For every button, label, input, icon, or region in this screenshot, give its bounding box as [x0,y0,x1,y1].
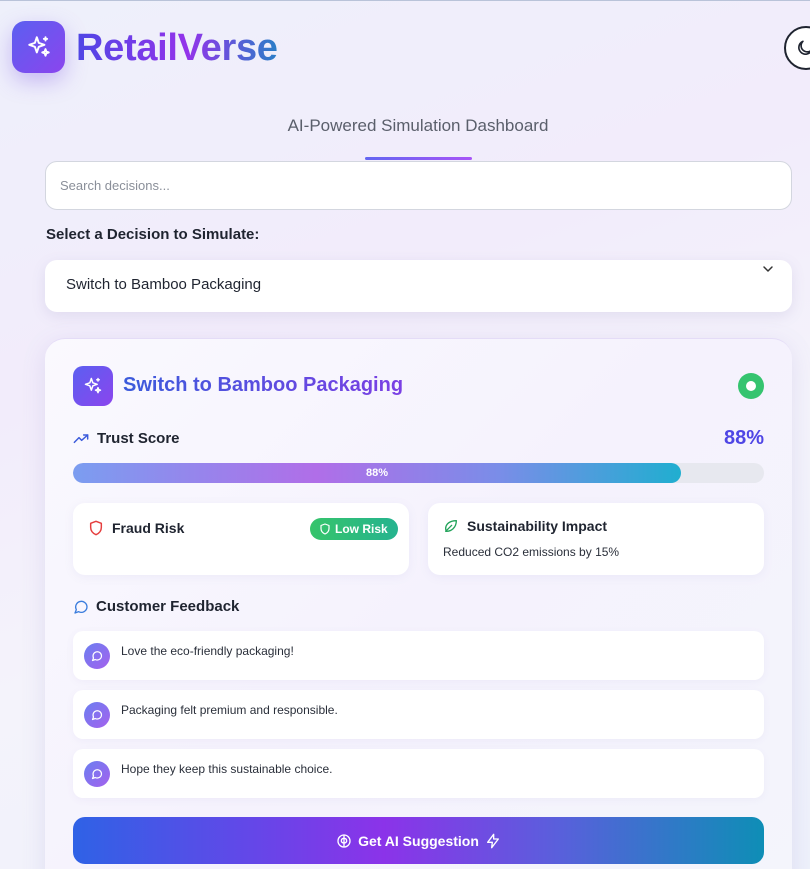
feedback-title: Customer Feedback [96,598,240,615]
risk-badge: Low Risk [310,518,398,540]
trust-score-value: 88% [723,427,764,449]
message-circle-icon [91,710,103,721]
sustainability-label: Sustainability Impact [467,518,608,534]
shield-icon [89,520,103,536]
trust-progress-label: 88% [366,467,389,479]
decision-select-label: Select a Decision to Simulate: [46,226,260,243]
card-icon [73,366,113,406]
decision-select[interactable]: Switch to Bamboo Packaging [45,260,792,312]
get-ai-suggestion-button[interactable]: Get AI Suggestion [73,817,764,864]
message-circle-icon [74,600,88,614]
trust-score-label: Trust Score [73,430,180,447]
feedback-text: Love the eco-friendly packaging! [121,644,294,658]
shield-icon [320,523,330,535]
theme-toggle-button[interactable] [784,26,810,70]
top-border [0,0,810,1]
leaf-icon [445,520,457,532]
avatar [84,702,110,728]
decision-select-value: Switch to Bamboo Packaging [66,276,262,293]
logo [12,21,65,73]
search-input[interactable] [45,161,792,210]
sparkles-icon [84,377,102,394]
trending-up-icon [73,433,89,443]
risk-badge-text: Low Risk [335,522,388,536]
sustainability-description: Reduced CO2 emissions by 15% [443,545,620,559]
subtitle-underline [365,157,472,160]
chevron-down-icon [763,266,773,272]
feedback-item: Hope they keep this sustainable choice. [73,749,764,798]
message-circle-icon [91,651,103,662]
trust-score-text: Trust Score [97,430,180,447]
message-circle-icon [91,769,103,780]
brand-name: RetailVerse [76,27,278,69]
trust-progress-bar: 88% [73,463,764,483]
avatar [84,643,110,669]
avatar [84,761,110,787]
card-title: Switch to Bamboo Packaging [123,374,404,396]
zap-icon [486,833,499,848]
feedback-heading: Customer Feedback [73,598,239,615]
trust-progress-fill: 88% [73,463,682,483]
sparkles-icon [27,36,50,57]
page-subtitle: AI-Powered Simulation Dashboard [287,116,549,135]
status-indicator [738,373,764,399]
fraud-risk-heading: Fraud Risk [88,520,184,536]
sustainability-heading: Sustainability Impact [443,518,607,534]
feedback-item: Love the eco-friendly packaging! [73,631,764,680]
brain-icon [337,833,351,848]
sustainability-card [428,503,764,575]
feedback-text: Packaging felt premium and responsible. [121,703,338,717]
feedback-text: Hope they keep this sustainable choice. [121,762,333,776]
ai-button-label: Get AI Suggestion [358,832,479,849]
fraud-risk-label: Fraud Risk [112,520,185,536]
moon-icon [798,40,810,55]
feedback-item: Packaging felt premium and responsible. [73,690,764,739]
